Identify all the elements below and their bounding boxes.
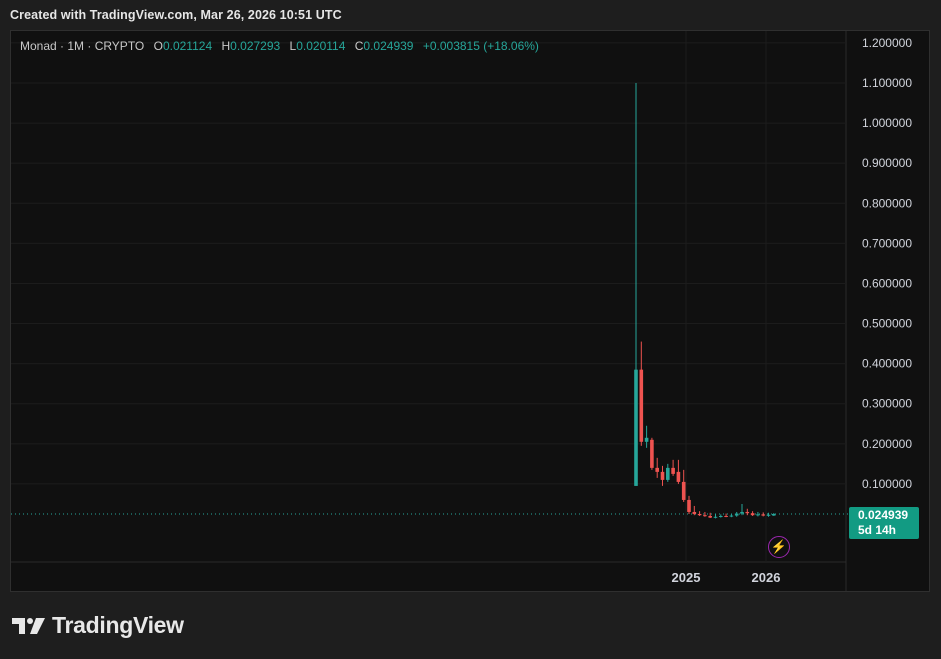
time-axis: 2025 2026: [672, 570, 781, 585]
time-tick-label: 2025: [672, 570, 701, 585]
symbol-label: Monad · 1M · CRYPTO: [20, 39, 145, 53]
ohlc-legend: Monad · 1M · CRYPTO O0.021124 H0.027293 …: [20, 39, 539, 53]
open-label: O: [153, 39, 163, 53]
brand-name: TradingView: [52, 612, 184, 638]
high-value: 0.027293: [230, 39, 281, 53]
candle-body: [650, 439, 654, 468]
open-value: 0.021124: [162, 39, 213, 53]
candle-body: [655, 467, 659, 472]
candle-body: [681, 481, 686, 500]
candle-body: [756, 514, 760, 516]
change-value: +0.003815 (+18.06%): [422, 39, 539, 53]
candle-body: [687, 499, 691, 512]
price-tick-label: 0.200000: [862, 437, 912, 451]
candle-body: [708, 515, 712, 518]
candle-body: [740, 511, 744, 514]
candle-body: [750, 513, 755, 516]
high-label: H: [221, 39, 231, 53]
price-tick-label: 0.400000: [862, 357, 912, 371]
candle-body: [719, 515, 723, 517]
candle-body: [761, 514, 765, 516]
candle-body: [697, 513, 702, 516]
candle-body: [745, 511, 750, 514]
price-tick-label: 0.800000: [862, 196, 912, 210]
price-tick-label: 1.100000: [862, 76, 912, 90]
bar-countdown: 5d 14h: [858, 523, 897, 537]
candles: [634, 83, 776, 519]
candle-body: [660, 471, 665, 480]
candle-body: [703, 515, 707, 517]
low-value: 0.020114: [296, 39, 346, 53]
lightning-bolt-icon[interactable]: ⚡: [768, 536, 790, 558]
tradingview-logo-icon: [12, 617, 45, 634]
price-tick-label: 0.900000: [862, 156, 912, 170]
tradingview-brand: TradingView: [12, 612, 184, 639]
candle-body: [692, 511, 697, 514]
candle-body: [766, 514, 771, 516]
price-tick-label: 1.000000: [862, 116, 912, 130]
price-tick-label: 0.600000: [862, 276, 912, 290]
candle-body: [644, 437, 649, 442]
price-tick-label: 0.700000: [862, 236, 912, 250]
candle-body: [676, 471, 681, 482]
price-chart[interactable]: 1.200000 1.100000 1.000000 0.900000 0.800000…: [0, 0, 941, 659]
price-tick-label: 0.100000: [862, 477, 912, 491]
last-price-value: 0.024939: [858, 508, 909, 522]
candle-body: [639, 369, 644, 442]
candle-body: [713, 516, 718, 518]
candle-body: [671, 467, 675, 474]
price-tick-label: 0.300000: [862, 397, 912, 411]
chart-grid: [11, 31, 847, 591]
price-tick-label: 1.200000: [862, 36, 912, 50]
candle-body: [772, 514, 776, 516]
time-tick-label: 2026: [752, 570, 781, 585]
candle-body: [724, 515, 728, 517]
price-tick-label: 0.500000: [862, 317, 912, 331]
last-price-tag: 0.024939 5d 14h: [849, 507, 919, 539]
price-axis: 1.200000 1.100000 1.000000 0.900000 0.800000…: [862, 36, 912, 491]
candle-body: [734, 513, 739, 516]
candle-body: [666, 467, 670, 480]
close-value: 0.024939: [363, 39, 414, 53]
candle-body: [729, 515, 734, 517]
candle-body: [634, 369, 638, 486]
